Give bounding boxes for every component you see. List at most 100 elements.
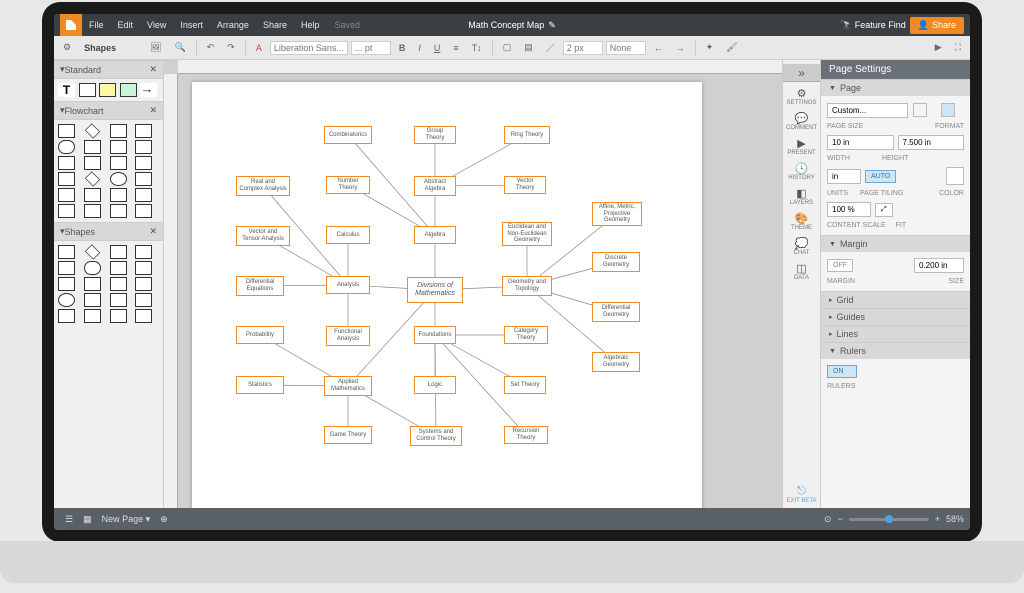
note-shape[interactable] bbox=[99, 83, 116, 97]
rail-comment[interactable]: 💬COMMENT bbox=[786, 109, 817, 134]
margin-off-button[interactable]: OFF bbox=[827, 259, 853, 272]
edit-title-icon[interactable]: ✎ bbox=[548, 20, 556, 31]
height-input[interactable]: 7.500 in bbox=[898, 135, 965, 150]
concept-node[interactable]: Euclidean and Non-Euclidean Geometry bbox=[502, 222, 552, 246]
image-icon[interactable]: 🖼 bbox=[145, 39, 166, 56]
portrait-icon[interactable] bbox=[913, 103, 927, 117]
rail-layers[interactable]: ◧LAYERS bbox=[786, 184, 817, 209]
app-logo[interactable] bbox=[60, 14, 82, 36]
rail-data[interactable]: ◫DATA bbox=[786, 259, 817, 284]
flowchart-shape[interactable] bbox=[85, 123, 100, 138]
basic-shape[interactable] bbox=[110, 277, 127, 291]
arrow-shape[interactable] bbox=[140, 83, 157, 97]
flowchart-shape[interactable] bbox=[84, 204, 101, 218]
section-margin[interactable]: ▼Margin bbox=[821, 235, 970, 252]
concept-node[interactable]: Algebra bbox=[414, 226, 456, 244]
rail-chat[interactable]: 💭CHAT bbox=[786, 234, 817, 259]
canvas-area[interactable]: Divisions of Mathematics Combinatorics Gro… bbox=[164, 60, 782, 508]
flowchart-shape[interactable] bbox=[135, 172, 152, 186]
flowchart-shape[interactable] bbox=[110, 188, 127, 202]
concept-node[interactable]: Foundations bbox=[414, 326, 456, 344]
sticky-shape[interactable] bbox=[120, 83, 137, 97]
border-icon[interactable]: ▤ bbox=[519, 39, 538, 56]
concept-node[interactable]: Divisions of Mathematics bbox=[407, 277, 463, 303]
flowchart-shape[interactable] bbox=[135, 188, 152, 202]
italic-icon[interactable]: I bbox=[413, 40, 426, 56]
fit-button[interactable]: ⤢ bbox=[875, 203, 893, 217]
zoom-level[interactable]: 58% bbox=[946, 514, 964, 524]
undo-icon[interactable]: ↶ bbox=[202, 39, 220, 56]
flowchart-shape[interactable] bbox=[135, 140, 152, 154]
menu-arrange[interactable]: Arrange bbox=[210, 20, 256, 30]
flowchart-shape[interactable] bbox=[84, 156, 101, 170]
units-select[interactable]: in bbox=[827, 169, 861, 184]
basic-shape[interactable] bbox=[85, 244, 100, 259]
basic-shape[interactable] bbox=[84, 309, 101, 323]
concept-node[interactable]: Category Theory bbox=[504, 326, 548, 344]
zoom-in-icon[interactable]: + bbox=[935, 514, 940, 524]
concept-node[interactable]: Group Theory bbox=[414, 126, 456, 144]
redo-icon[interactable]: ↷ bbox=[222, 39, 240, 56]
page-canvas[interactable]: Divisions of Mathematics Combinatorics Gro… bbox=[192, 82, 702, 508]
section-lines[interactable]: ▸Lines bbox=[821, 325, 970, 342]
arrow-end-icon[interactable]: → bbox=[671, 40, 690, 56]
zoom-slider[interactable] bbox=[849, 518, 929, 521]
concept-node[interactable]: Statistics bbox=[236, 376, 284, 394]
close-icon[interactable]: ✕ bbox=[149, 64, 157, 75]
close-icon[interactable]: ✕ bbox=[149, 226, 157, 237]
basic-shape[interactable] bbox=[135, 245, 152, 259]
concept-node[interactable]: Recursion Theory bbox=[504, 426, 548, 444]
menu-file[interactable]: File bbox=[82, 20, 111, 30]
basic-shape[interactable] bbox=[84, 277, 101, 291]
page-preset-select[interactable]: Custom... bbox=[827, 103, 908, 118]
page-color-swatch[interactable] bbox=[946, 167, 964, 185]
section-page[interactable]: ▼Page bbox=[821, 79, 970, 96]
list-view-icon[interactable]: ☰ bbox=[60, 514, 78, 525]
flowchart-shape[interactable] bbox=[58, 156, 75, 170]
basic-shape[interactable] bbox=[58, 277, 75, 291]
menu-insert[interactable]: Insert bbox=[173, 20, 210, 30]
concept-node[interactable]: Calculus bbox=[326, 226, 370, 244]
flowchart-shape[interactable] bbox=[58, 140, 75, 154]
flowchart-shape[interactable] bbox=[58, 188, 75, 202]
basic-shape[interactable] bbox=[135, 277, 152, 291]
basic-shape[interactable] bbox=[110, 261, 127, 275]
basic-shape[interactable] bbox=[110, 245, 127, 259]
concept-node[interactable]: Combinatorics bbox=[324, 126, 372, 144]
rail-settings[interactable]: ⚙SETTINGS bbox=[786, 84, 817, 109]
grid-view-icon[interactable]: ▦ bbox=[78, 514, 97, 525]
underline-icon[interactable]: U bbox=[429, 40, 446, 56]
concept-node[interactable]: Logic bbox=[414, 376, 456, 394]
concept-node[interactable]: Game Theory bbox=[324, 426, 372, 444]
flowchart-shape[interactable] bbox=[58, 172, 75, 186]
search-icon[interactable]: 🔍 bbox=[170, 39, 191, 56]
fullscreen-icon[interactable]: ⛶ bbox=[950, 39, 966, 56]
gear-icon[interactable]: ⚙ bbox=[58, 39, 76, 56]
concept-node[interactable]: Discrete Geometry bbox=[592, 252, 640, 272]
concept-node[interactable]: Affine, Metric, Projective Geometry bbox=[592, 202, 642, 226]
flowchart-shape[interactable] bbox=[110, 124, 127, 138]
concept-node[interactable]: Geometry and Topology bbox=[502, 276, 552, 296]
concept-node[interactable]: Vector Theory bbox=[504, 176, 546, 194]
concept-node[interactable]: Functional Analysis bbox=[326, 326, 370, 346]
line-style-select[interactable]: None bbox=[606, 41, 646, 55]
section-grid[interactable]: ▸Grid bbox=[821, 291, 970, 308]
rail-theme[interactable]: 🎨THEME bbox=[786, 209, 817, 234]
flowchart-shape[interactable] bbox=[135, 204, 152, 218]
flowchart-shape[interactable] bbox=[110, 204, 127, 218]
exit-beta-button[interactable]: ⎋EXIT BETA bbox=[786, 485, 816, 504]
font-select[interactable]: Liberation Sans... bbox=[270, 41, 348, 55]
flowchart-shape[interactable] bbox=[85, 171, 100, 186]
flowchart-shape[interactable] bbox=[135, 124, 152, 138]
concept-node[interactable]: Probability bbox=[236, 326, 284, 344]
flowchart-shape[interactable] bbox=[135, 156, 152, 170]
arrow-start-icon[interactable]: ← bbox=[649, 40, 668, 56]
concept-node[interactable]: Vector and Tensor Analysis bbox=[236, 226, 290, 246]
basic-shape[interactable] bbox=[110, 293, 127, 307]
section-guides[interactable]: ▸Guides bbox=[821, 308, 970, 325]
rulers-on-button[interactable]: ON bbox=[827, 365, 857, 378]
new-page-button[interactable]: New Page ▾ bbox=[97, 514, 156, 525]
section-rulers[interactable]: ▼Rulers bbox=[821, 342, 970, 359]
zoom-out-icon[interactable]: − bbox=[837, 514, 842, 524]
document-title[interactable]: Math Concept Map✎ bbox=[468, 20, 556, 31]
